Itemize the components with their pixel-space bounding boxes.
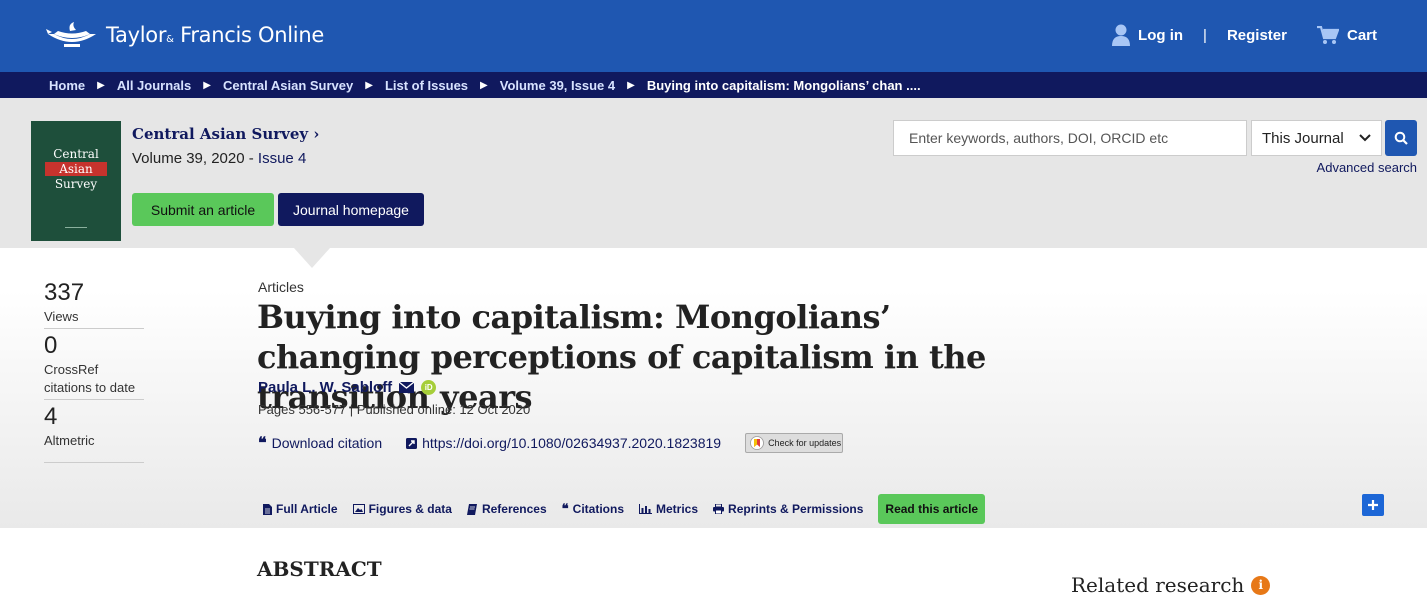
journal-title-link[interactable]: Central Asian Survey › xyxy=(132,125,319,143)
cart-link[interactable]: Cart xyxy=(1316,25,1377,45)
orcid-icon[interactable]: iD xyxy=(421,380,437,395)
journal-header: Central Asian Survey Central Asian Surve… xyxy=(0,98,1427,248)
lamp-logo-icon xyxy=(46,22,96,47)
menu-separator: | xyxy=(1203,26,1207,44)
chevron-right-icon: › xyxy=(313,125,320,143)
breadcrumb-all-journals[interactable]: All Journals xyxy=(117,78,191,93)
breadcrumb-arrow-icon: ▶ xyxy=(480,79,488,91)
breadcrumb-arrow-icon: ▶ xyxy=(627,79,635,91)
crossmark-icon xyxy=(750,436,764,450)
tab-citations[interactable]: ❝ Citations xyxy=(562,502,624,517)
article-type: Articles xyxy=(258,279,304,295)
journal-cover[interactable]: Central Asian Survey xyxy=(31,121,121,241)
tab-metrics[interactable]: Metrics xyxy=(639,502,698,516)
register-link[interactable]: Register xyxy=(1227,27,1287,44)
quote-icon: ❝ xyxy=(561,501,569,517)
site-header: Taylor& Francis Online Log in | Register… xyxy=(0,0,1427,72)
cover-title: Central Asian Survey xyxy=(45,147,107,191)
login-link[interactable]: Log in xyxy=(1112,24,1183,46)
chevron-down-icon xyxy=(1359,134,1371,142)
author-link[interactable]: Paula L. W. Sabloff xyxy=(258,379,392,396)
header-pointer xyxy=(294,248,330,268)
journal-homepage-button[interactable]: Journal homepage xyxy=(278,193,424,226)
article-pages-published: Pages 556-577 | Published online: 12 Oct… xyxy=(258,402,531,417)
abstract-heading: ABSTRACT xyxy=(257,557,382,581)
tab-figures-data[interactable]: Figures & data xyxy=(352,502,452,516)
user-icon xyxy=(1112,24,1131,46)
info-icon[interactable]: i xyxy=(1251,575,1271,595)
journal-volume: Volume 39, 2020 - Issue 4 xyxy=(132,150,307,167)
breadcrumb-arrow-icon: ▶ xyxy=(97,79,105,91)
external-link-icon xyxy=(406,437,418,449)
metric-crossref: 0 CrossRef citations to date xyxy=(44,331,144,400)
search-input[interactable]: Enter keywords, authors, DOI, ORCID etc xyxy=(893,120,1247,156)
doi-link[interactable]: https://doi.org/10.1080/02634937.2020.18… xyxy=(406,435,721,451)
breadcrumb-list-of-issues[interactable]: List of Issues xyxy=(385,78,468,93)
breadcrumb-home[interactable]: Home xyxy=(49,78,85,93)
issue-link[interactable]: Issue 4 xyxy=(258,150,306,167)
book-icon xyxy=(466,503,477,515)
breadcrumb-journal[interactable]: Central Asian Survey xyxy=(223,78,353,93)
cart-icon xyxy=(1316,25,1339,44)
advanced-search-link[interactable]: Advanced search xyxy=(1317,160,1417,175)
breadcrumb-arrow-icon: ▶ xyxy=(365,79,373,91)
brand-name: Taylor& Francis Online xyxy=(106,23,324,47)
article-title: Buying into capitalism: Mongolians’ chan… xyxy=(257,298,986,416)
submit-article-button[interactable]: Submit an article xyxy=(132,193,274,226)
plus-icon xyxy=(1368,500,1378,510)
breadcrumb-current-article: Buying into capitalism: Mongolians’ chan… xyxy=(646,77,921,93)
search-button[interactable] xyxy=(1385,120,1417,156)
email-icon[interactable] xyxy=(399,382,415,393)
cover-publisher-mark xyxy=(65,227,87,233)
print-icon xyxy=(713,504,725,514)
breadcrumb-arrow-icon: ▶ xyxy=(203,79,211,91)
read-article-button[interactable]: Read this article xyxy=(878,494,986,524)
add-share-button[interactable] xyxy=(1362,494,1384,516)
article-author: Paula L. W. Sabloff iD xyxy=(258,379,437,396)
site-logo[interactable]: Taylor& Francis Online xyxy=(46,20,324,50)
document-icon xyxy=(263,503,272,515)
related-research-heading: Related research xyxy=(1071,573,1245,597)
download-citation-link[interactable]: ❝ Download citation xyxy=(258,433,382,452)
check-for-updates-button[interactable]: Check for updates xyxy=(745,433,844,453)
metric-views: 337 Views xyxy=(44,278,144,329)
breadcrumb-issue[interactable]: Volume 39, Issue 4 xyxy=(500,78,615,93)
search-icon xyxy=(1394,131,1408,145)
tab-reprints-permissions[interactable]: Reprints & Permissions xyxy=(713,502,863,516)
breadcrumb: Home ▶ All Journals ▶ Central Asian Surv… xyxy=(0,72,1427,98)
user-menu: Log in | Register Cart xyxy=(1112,24,1377,46)
article-header: 337 Views 0 CrossRef citations to date 4… xyxy=(0,248,1427,528)
tab-full-article[interactable]: Full Article xyxy=(263,502,338,516)
image-icon xyxy=(352,504,365,514)
article-metrics: 337 Views 0 CrossRef citations to date 4… xyxy=(44,278,144,465)
article-tabs: Full Article Figures & data References ❝… xyxy=(263,494,986,524)
related-research: Related research i xyxy=(1071,573,1271,597)
bar-chart-icon xyxy=(639,504,652,514)
tab-references[interactable]: References xyxy=(466,502,547,516)
article-links: ❝ Download citation https://doi.org/10.1… xyxy=(258,433,844,453)
metric-altmetric[interactable]: 4 Altmetric xyxy=(44,402,144,463)
quote-icon: ❝ xyxy=(258,433,267,452)
search-scope-select[interactable]: This Journal xyxy=(1251,120,1382,156)
